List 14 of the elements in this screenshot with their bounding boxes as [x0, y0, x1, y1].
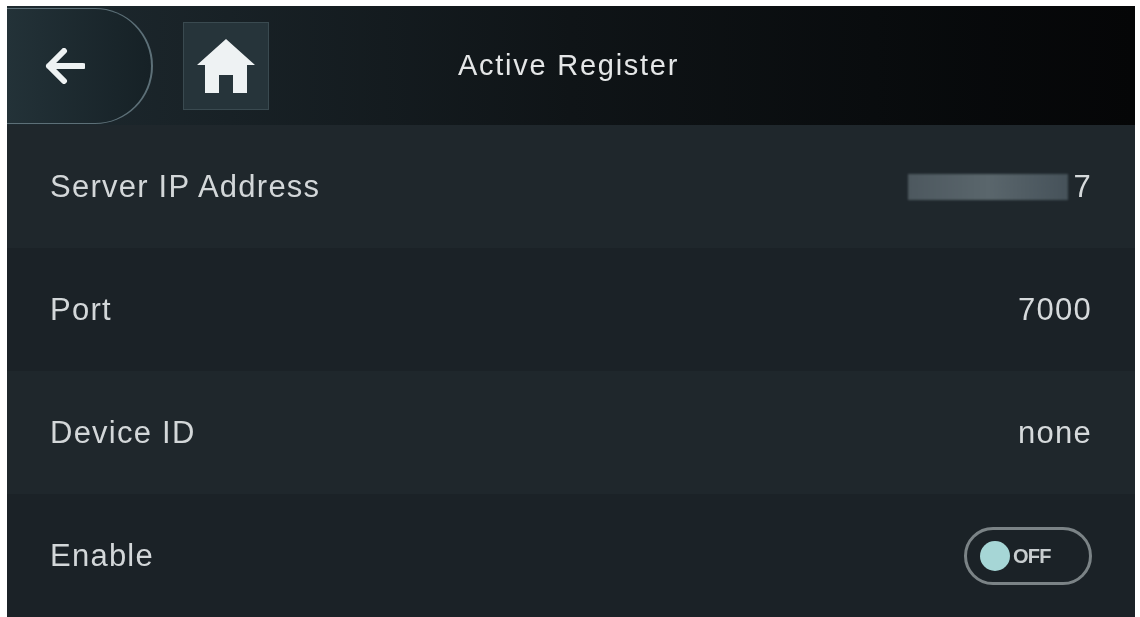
setting-label: Server IP Address [50, 171, 321, 202]
setting-label: Port [50, 294, 112, 325]
setting-label: Device ID [50, 417, 196, 448]
back-arrow-icon [45, 47, 85, 84]
setting-value: none [1018, 417, 1092, 448]
page-title: Active Register [458, 51, 680, 80]
setting-value: 7 [1073, 171, 1092, 202]
toggle-knob-icon [980, 540, 1010, 571]
setting-value: 7000 [1018, 294, 1092, 325]
setting-label: Enable [50, 540, 154, 571]
home-icon [195, 36, 257, 95]
toggle-switch[interactable]: OFF [964, 526, 1092, 585]
back-button[interactable] [7, 7, 153, 124]
home-button[interactable] [183, 21, 269, 110]
